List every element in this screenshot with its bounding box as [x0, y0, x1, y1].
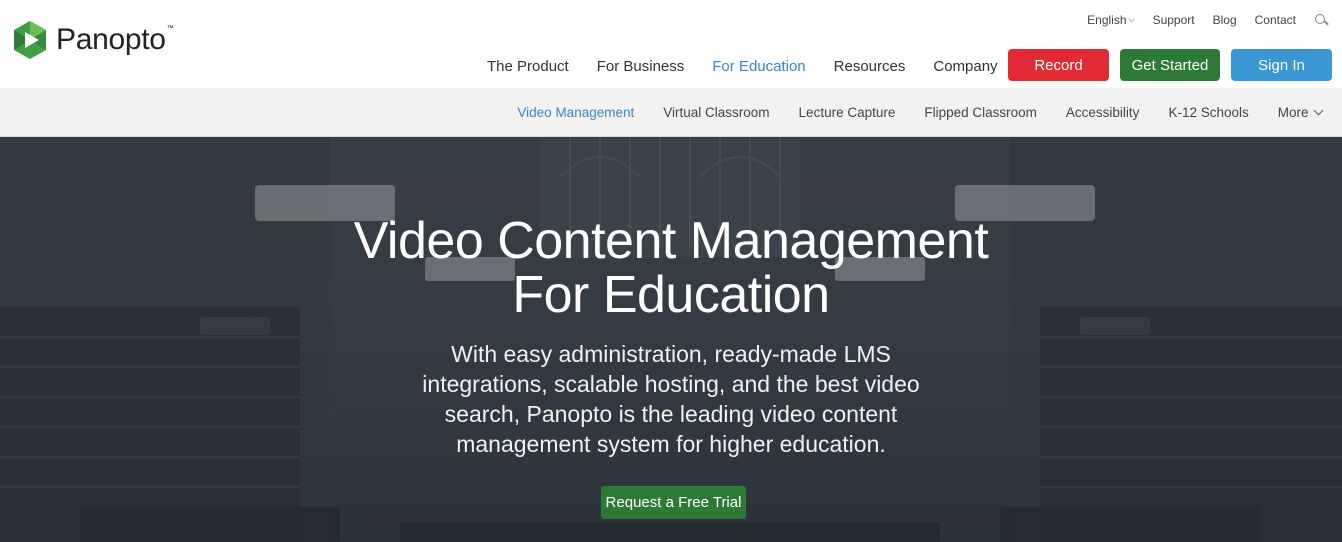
chevron-down-icon: ⌵ — [1128, 15, 1135, 24]
hero-title: Video Content Management For Education — [0, 214, 1342, 322]
contact-link[interactable]: Contact — [1255, 13, 1296, 27]
hero-content: Video Content Management For Education W… — [0, 137, 1342, 542]
sign-in-button[interactable]: Sign In — [1231, 49, 1332, 81]
nav-resources[interactable]: Resources — [820, 58, 920, 75]
logo-wordmark: Panopto™ — [56, 23, 174, 56]
get-started-button[interactable]: Get Started — [1120, 49, 1220, 81]
record-button[interactable]: Record — [1008, 49, 1109, 81]
hero-title-line-2: For Education — [512, 266, 830, 324]
utility-nav: English ⌵ Support Blog Contact — [1087, 13, 1328, 27]
search-icon[interactable] — [1314, 13, 1328, 27]
panopto-logo[interactable]: Panopto™ — [12, 20, 174, 60]
hero-subtitle: With easy administration, ready-made LMS… — [422, 341, 920, 457]
support-link[interactable]: Support — [1153, 13, 1195, 27]
request-free-trial-button[interactable]: Request a Free Trial — [601, 486, 746, 519]
subnav-k12-schools[interactable]: K-12 Schools — [1154, 105, 1263, 120]
nav-for-education[interactable]: For Education — [698, 58, 819, 75]
nav-company[interactable]: Company — [919, 58, 1011, 75]
main-nav: The Product For Business For Education R… — [473, 50, 1012, 82]
subnav-flipped-classroom[interactable]: Flipped Classroom — [910, 105, 1052, 120]
subnav-lecture-capture[interactable]: Lecture Capture — [784, 105, 910, 120]
hero-title-line-1: Video Content Management — [353, 212, 989, 270]
subnav-more[interactable]: More — [1263, 105, 1336, 120]
site-header: Panopto™ English ⌵ Support Blog Contact T… — [0, 0, 1342, 88]
panopto-logo-icon — [14, 21, 46, 59]
subnav-virtual-classroom[interactable]: Virtual Classroom — [649, 105, 784, 120]
hero-section: Video Content Management For Education W… — [0, 137, 1342, 542]
language-label: English — [1087, 13, 1127, 27]
subnav-accessibility[interactable]: Accessibility — [1051, 105, 1154, 120]
nav-the-product[interactable]: The Product — [473, 58, 583, 75]
subnav-more-label: More — [1277, 104, 1309, 120]
subnav-video-management[interactable]: Video Management — [503, 105, 649, 120]
education-subnav: Video Management Virtual Classroom Lectu… — [0, 88, 1342, 137]
nav-for-business[interactable]: For Business — [583, 58, 699, 75]
chevron-down-icon — [1313, 105, 1323, 115]
language-selector[interactable]: English ⌵ — [1087, 13, 1134, 27]
blog-link[interactable]: Blog — [1213, 13, 1237, 27]
